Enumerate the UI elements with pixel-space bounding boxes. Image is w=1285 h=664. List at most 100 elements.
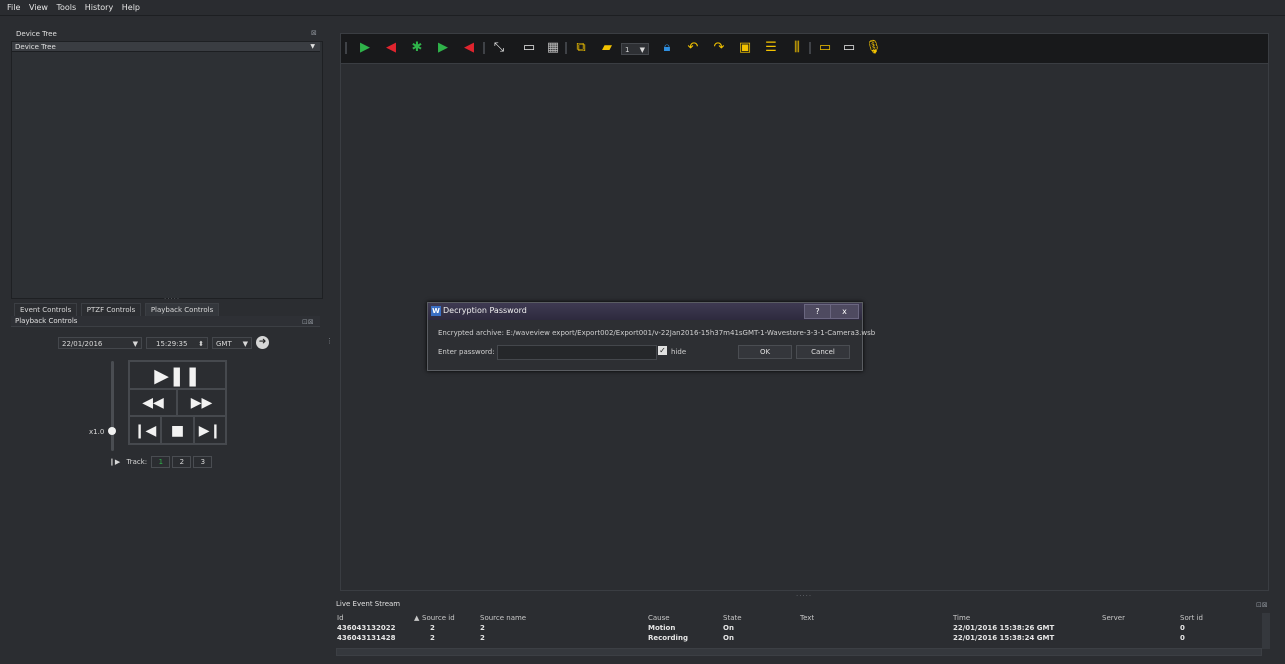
track-1-button[interactable]: 1 bbox=[151, 456, 171, 468]
menu-tools[interactable]: Tools bbox=[56, 0, 76, 15]
vertical-scrollbar[interactable] bbox=[1262, 613, 1270, 649]
chevron-down-icon: ▼ bbox=[132, 340, 138, 348]
menu-file[interactable]: File bbox=[7, 0, 20, 15]
col-id[interactable]: Id bbox=[337, 613, 344, 623]
open-folder-icon[interactable]: ▰ bbox=[599, 40, 615, 56]
grid-layout-icon[interactable]: ▦ bbox=[545, 40, 561, 56]
event-table: Id ▲ Source id Source name Cause State T… bbox=[336, 613, 1260, 643]
stop-button[interactable]: ■ bbox=[161, 416, 194, 444]
adjust-icon[interactable]: ⫼ bbox=[789, 40, 805, 56]
skip-end-button[interactable]: ▶❙ bbox=[194, 416, 226, 444]
record-mark-out-icon[interactable]: ◀ bbox=[461, 40, 477, 56]
menu-history[interactable]: History bbox=[85, 0, 113, 15]
start-record-icon[interactable]: ▶ bbox=[357, 40, 373, 56]
redo-icon[interactable]: ↷ bbox=[711, 40, 727, 56]
chevron-down-icon: ▼ bbox=[310, 43, 315, 50]
rewind-button[interactable]: ◀◀ bbox=[129, 389, 177, 416]
monitor-number-value: 1 bbox=[625, 46, 630, 54]
speed-slider-handle[interactable] bbox=[108, 427, 116, 435]
step-icon[interactable]: ❙▶ bbox=[109, 458, 120, 466]
col-source-name[interactable]: Source name bbox=[480, 613, 526, 623]
timezone-select[interactable]: GMT ▼ bbox=[212, 337, 252, 349]
dialog-close-button[interactable]: x bbox=[830, 304, 859, 319]
date-value: 22/01/2016 bbox=[62, 340, 103, 348]
dialog-titlebar[interactable]: W Decryption Password ? x bbox=[428, 303, 862, 320]
horizontal-scrollbar[interactable] bbox=[336, 648, 1262, 656]
toolbar-separator bbox=[483, 42, 485, 54]
track-selector: ❙▶ Track: 123 bbox=[109, 456, 213, 468]
microphone-mute-icon[interactable]: 🎙︎ bbox=[865, 40, 882, 56]
panel-splitter[interactable]: ⋮ bbox=[326, 337, 333, 345]
table-header: Id ▲ Source id Source name Cause State T… bbox=[336, 613, 1260, 623]
tab-event-controls[interactable]: Event Controls bbox=[14, 303, 78, 316]
float-panel-icon[interactable]: ⊠ bbox=[311, 29, 317, 37]
menu-help[interactable]: Help bbox=[122, 0, 140, 15]
dialog-title: Decryption Password bbox=[443, 306, 527, 315]
col-state[interactable]: State bbox=[723, 613, 742, 623]
snapshot-icon[interactable]: ⧉ bbox=[573, 40, 589, 56]
track-3-button[interactable]: 3 bbox=[193, 456, 213, 468]
track-label: Track: bbox=[126, 458, 148, 466]
tab-playback-controls[interactable]: Playback Controls bbox=[144, 303, 220, 316]
table-row[interactable]: 436043131428 2 2 Recording On 22/01/2016… bbox=[336, 633, 1260, 643]
dialog-help-button[interactable]: ? bbox=[804, 304, 831, 319]
col-text[interactable]: Text bbox=[800, 613, 814, 623]
cell-sort-id: 0 bbox=[1180, 624, 1185, 632]
list-settings-icon[interactable]: ☰ bbox=[763, 40, 779, 56]
cell-source-name: 2 bbox=[480, 634, 485, 642]
skip-back-icon: ❙◀ bbox=[133, 423, 157, 439]
monitor-icon[interactable]: ▭ bbox=[521, 40, 537, 56]
transport-controls: ▶❚❚ ◀◀ ▶▶ ❙◀ ■ ▶❙ bbox=[128, 360, 227, 445]
cell-id: 436043131428 bbox=[337, 634, 396, 642]
col-time[interactable]: Time bbox=[953, 613, 970, 623]
device-tree-select-value: Device Tree bbox=[15, 43, 56, 51]
ok-button[interactable]: OK bbox=[738, 345, 792, 359]
play-pause-button[interactable]: ▶❚❚ bbox=[129, 361, 226, 389]
lock-icon[interactable]: 🔒︎ bbox=[659, 40, 675, 56]
dock-float-icon[interactable]: ⊡⊠ bbox=[302, 318, 314, 326]
fast-forward-button[interactable]: ▶▶ bbox=[177, 389, 226, 416]
undo-icon[interactable]: ↶ bbox=[685, 40, 701, 56]
cell-sort-id: 0 bbox=[1180, 634, 1185, 642]
dock-float-icon[interactable]: ⊡⊠ bbox=[1256, 601, 1268, 609]
stop-icon: ■ bbox=[170, 423, 185, 439]
layout-icon[interactable]: ▣ bbox=[737, 40, 753, 56]
control-tabs: Event Controls PTZF Controls Playback Co… bbox=[14, 303, 220, 316]
stop-record-icon[interactable]: ◀ bbox=[383, 40, 399, 56]
toolbar-separator bbox=[809, 42, 811, 54]
password-label: Enter password: bbox=[438, 348, 495, 356]
cell-state: On bbox=[723, 634, 734, 642]
cell-cause: Recording bbox=[648, 634, 688, 642]
cancel-button[interactable]: Cancel bbox=[796, 345, 850, 359]
menu-view[interactable]: View bbox=[29, 0, 48, 15]
speed-slider[interactable] bbox=[111, 361, 114, 451]
col-server[interactable]: Server bbox=[1102, 613, 1125, 623]
password-input[interactable] bbox=[497, 345, 657, 360]
speed-label: x1.0 bbox=[89, 428, 105, 436]
table-row[interactable]: 436043132022 2 2 Motion On 22/01/2016 15… bbox=[336, 623, 1260, 633]
tab-ptzf-controls[interactable]: PTZF Controls bbox=[80, 303, 142, 316]
time-spinner[interactable]: 15:29:35 ⬍ bbox=[146, 337, 208, 349]
date-picker[interactable]: 22/01/2016 ▼ bbox=[58, 337, 142, 349]
splitter-handle[interactable]: ····· bbox=[164, 295, 180, 303]
decryption-password-dialog: W Decryption Password ? x Encrypted arch… bbox=[427, 302, 875, 371]
fullscreen-icon[interactable]: ⤡ bbox=[491, 40, 507, 56]
col-cause[interactable]: Cause bbox=[648, 613, 670, 623]
record-mark-in-icon[interactable]: ▶ bbox=[435, 40, 451, 56]
cell-source-id: 2 bbox=[430, 634, 435, 642]
device-tree-select[interactable]: Device Tree ▼ bbox=[12, 42, 320, 52]
toolbar-separator bbox=[345, 42, 347, 54]
screen-icon[interactable]: ▭ bbox=[817, 40, 833, 56]
col-sort-id[interactable]: Sort id bbox=[1180, 613, 1203, 623]
overlay-icon[interactable]: ▭ bbox=[841, 40, 857, 56]
encrypted-archive-path: Encrypted archive: E:/waveview export/Ex… bbox=[438, 329, 876, 337]
track-2-button[interactable]: 2 bbox=[172, 456, 192, 468]
hide-checkbox[interactable]: ✓ bbox=[658, 346, 667, 355]
col-source-id[interactable]: Source id bbox=[422, 613, 455, 623]
record-all-icon[interactable]: ✱ bbox=[409, 40, 425, 56]
skip-start-button[interactable]: ❙◀ bbox=[129, 416, 161, 444]
go-to-time-button[interactable]: ➜ bbox=[256, 336, 269, 349]
device-tree-panel[interactable]: Device Tree ▼ bbox=[11, 41, 323, 299]
cell-time: 22/01/2016 15:38:26 GMT bbox=[953, 624, 1055, 632]
monitor-number-select[interactable]: 1 ▼ bbox=[621, 43, 649, 55]
